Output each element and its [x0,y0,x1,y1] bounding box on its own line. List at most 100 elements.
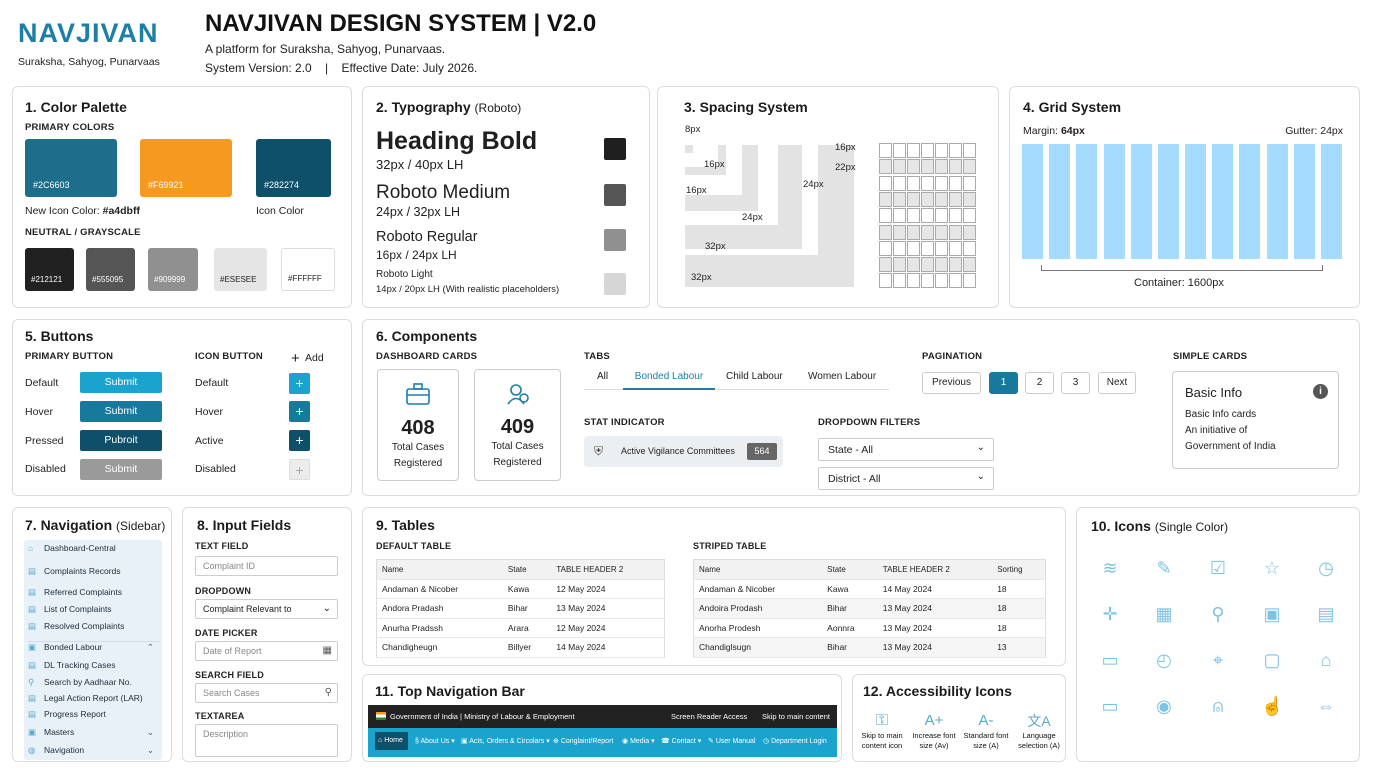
tab-child-labour[interactable]: Child Labour [726,371,783,382]
sidebar-item[interactable]: ▤ Referred Complaints [28,587,160,598]
dashboard-card-label: Total Cases Registered [391,442,445,469]
table-cell: Aonnra [822,618,878,638]
sidebar-item-label: Progress Report [44,709,106,719]
sidebar-item[interactable]: ▤ Complaints Records [28,566,160,577]
grid-column [1103,144,1125,259]
stat-indicator: ⛨ Active Vigilance Committees 564 [584,436,783,467]
language-icon: 文A [1027,713,1051,729]
sidebar-item[interactable]: ▤ Resolved Complaints [28,621,160,632]
table-header[interactable]: Sorting [992,559,1046,580]
skip-link[interactable]: Skip to main content [762,712,830,721]
section-title: 4. Grid System [1023,99,1122,115]
search-icon[interactable]: ⚲ [325,684,332,702]
skip-to-content-icon-item[interactable]: ⚿ Skip to main content icon [857,711,907,751]
default-table-label: DEFAULT TABLE [376,541,452,551]
chevron-up-icon[interactable]: ⌃ [147,642,154,653]
tab-bonded-labour[interactable]: Bonded Labour [623,371,715,390]
sidebar-item[interactable]: ⚲ Search by Aadhaar No. [28,677,160,688]
sidebar-item[interactable]: ⌂ Dashboard-Central [28,543,160,553]
spacing-grid-cell [907,257,920,273]
sidebar-item[interactable]: ▣ Masters ⌄ [28,727,160,738]
chevron-down-icon[interactable]: ⌄ [147,745,154,756]
add-icon-button-active[interactable]: + [289,430,310,451]
date-picker-input[interactable]: Date of Report ▦ [195,641,338,661]
table-header[interactable]: TABLE HEADER 2 [551,559,665,580]
submit-button-default[interactable]: Submit [80,372,162,393]
table-header[interactable]: Name [376,559,503,580]
nav-icon: ▣ [28,727,37,737]
table-row[interactable]: Andaman & Nicober Kawa 12 May 2024 [376,579,665,599]
table-row[interactable]: Anorha Prodesh Aonnra 13 May 2024 18 [693,618,1046,638]
menu-department-login[interactable]: ◷ Department Login [763,737,827,745]
search-input[interactable]: Search Cases ⚲ [195,683,338,703]
sidebar-item[interactable]: ▤ DL Tracking Cases [28,660,160,671]
dashboard-card[interactable]: 408 Total Cases Registered [377,369,459,481]
state-label: Hover [195,406,224,418]
language-selection-item[interactable]: 文A Language selection (A) [1013,711,1065,751]
complaint-id-input[interactable]: Complaint ID [195,556,338,576]
tab-women-labour[interactable]: Women Labour [808,371,876,382]
sidebar-item-label: Dashboard-Central [44,543,116,553]
standard-font-item[interactable]: A- Standard font size (A) [961,711,1011,751]
screen-reader-link[interactable]: Screen Reader Access [671,712,747,721]
pagination-label: PAGINATION [922,351,983,362]
gov-text: Government of India | Ministry of Labour… [390,712,575,721]
submit-button-hover[interactable]: Submit [80,401,162,422]
menu-acts[interactable]: ▣ Acts, Orders & Circolars ▾ [461,737,550,745]
table-row[interactable]: Chandigheugn Billyer 14 May 2024 [376,637,665,658]
spacing-grid-cell [893,257,906,273]
table-row[interactable]: Andora Pradash Bihar 13 May 2024 [376,598,665,619]
table-header[interactable]: TABLE HEADER 2 [877,559,993,580]
add-icon-button-hover[interactable]: + [289,401,310,422]
table-header[interactable]: State [502,559,552,580]
spacing-grid-cell [949,257,962,273]
table-row[interactable]: Andoira Prodash Bihar 13 May 2024 18 [693,598,1046,619]
grid-columns [1022,144,1342,259]
pagination-previous[interactable]: Previous [922,372,981,394]
table-cell: 13 May 2024 [877,618,993,638]
chevron-down-icon[interactable]: ⌄ [147,727,154,738]
table-row[interactable]: Chandiglsugn Bihar 13 May 2024 13 [693,637,1046,658]
spacing-grid-cell [879,208,892,224]
sidebar-item[interactable]: ▤ List of Complaints [28,604,160,615]
sidebar-item[interactable]: ◍ Navigation ⌄ [28,745,160,756]
add-button[interactable]: + Add [291,350,324,367]
icon-button-label: ICON BUTTON [195,351,263,362]
menu-contact[interactable]: ☎ Contact ▾ [661,737,701,745]
state-filter-dropdown[interactable]: State - All ⌄ [818,438,994,461]
sidebar-item[interactable]: ▣ Bonded Labour ⌃ [28,641,160,653]
menu-user-manual[interactable]: ✎ User Manual [708,737,756,745]
increase-font-item[interactable]: A+ Increase font size (Av) [909,711,959,751]
submit-button-pressed[interactable]: Pubroit [80,430,162,451]
menu-media[interactable]: ◉ Media ▾ [622,737,655,745]
menu-complaint[interactable]: ⊕ Conglaint/Report [553,737,613,745]
section-title: 8. Input Fields [197,517,292,533]
spacing-grid-cell [907,224,920,240]
hand-pointer-icon: ☝ [1261,696,1284,716]
description-textarea[interactable]: Description [195,724,338,757]
stat-indicator-label: STAT INDICATOR [584,417,665,428]
pagination-next[interactable]: Next [1098,372,1136,394]
menu-about[interactable]: § About Us ▾ [415,737,455,745]
pagination-page-1[interactable]: 1 [989,372,1018,394]
nav-icon: ▤ [28,693,37,703]
tab-all[interactable]: All [597,371,608,382]
add-icon-button-default[interactable]: + [289,373,310,394]
section-title: 10. Icons (Single Color) [1091,518,1229,534]
calendar-icon[interactable]: ▦ [323,642,332,660]
table-row[interactable]: Andaman & Nicober Kawa 14 May 2024 18 [693,579,1046,599]
table-header[interactable]: State [822,559,878,580]
pagination-page-3[interactable]: 3 [1061,372,1090,394]
complaint-relevant-dropdown[interactable]: Complaint Relevant to ⌄ [195,599,338,619]
stat-text: Active Vigilance Committees [621,446,735,456]
type-light-spec: 14px / 20px LH (With realistic placehold… [376,284,560,295]
sidebar-item[interactable]: ▤ Legal Action Report (LAR) [28,693,160,704]
district-filter-dropdown[interactable]: District - All ⌄ [818,467,994,490]
sidebar-item[interactable]: ▤ Progress Report [28,709,160,720]
table-header[interactable]: Name [693,559,823,580]
pagination-page-2[interactable]: 2 [1025,372,1054,394]
table-cell: Chandigheugn [376,637,503,658]
menu-home[interactable]: ⌂ Home [378,737,403,744]
dashboard-card[interactable]: 409 Total Cases Registered [474,369,561,481]
table-row[interactable]: Anurha Pradssh Arara 12 May 2024 [376,618,665,638]
